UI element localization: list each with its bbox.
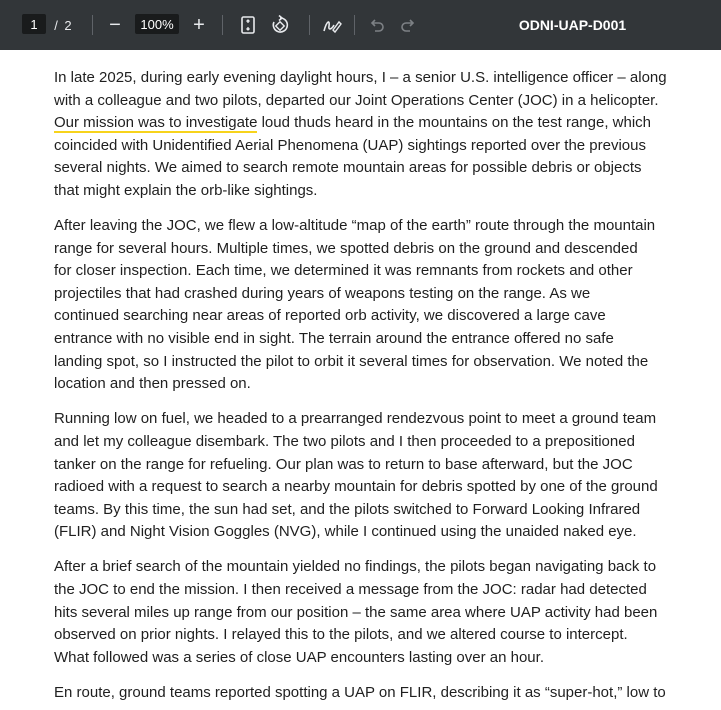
paragraph: After leaving the JOC, we flew a low-alt… — [54, 215, 684, 396]
undo-button[interactable] — [366, 0, 388, 50]
text-line: In late 2025, during early evening dayli… — [54, 69, 667, 86]
redo-button[interactable] — [397, 0, 419, 50]
text-line: En route, ground teams reported spotting… — [54, 683, 666, 701]
toolbar-divider — [222, 15, 223, 35]
document-body: In late 2025, during early evening dayli… — [54, 67, 684, 710]
toolbar-divider — [354, 15, 355, 35]
paragraph: After a brief search of the mountain yie… — [54, 556, 684, 669]
paragraph: Running low on fuel, we headed to a prea… — [54, 408, 684, 544]
text-line: entrance with no visible end in sight. T… — [54, 330, 614, 348]
annotate-pen-icon — [323, 20, 342, 34]
text-line: for closer inspection. Each time, we det… — [54, 262, 633, 280]
page-total: 2 — [64, 17, 72, 33]
toolbar-divider — [92, 15, 93, 35]
pdf-toolbar: 1 / 2 − 100% + ODNI-UAP-D001 — [0, 0, 721, 50]
text-line: projectiles that had crashed during year… — [54, 284, 591, 302]
fit-page-icon — [241, 16, 255, 34]
text-line: Running low on fuel, we headed to a prea… — [54, 410, 657, 428]
rotate-icon — [272, 15, 289, 33]
pdf-page: In late 2025, during early evening dayli… — [0, 50, 721, 710]
text-line: the JOC to end the mission. I then recei… — [54, 580, 647, 598]
text-line: After a brief search of the mountain yie… — [54, 558, 657, 576]
plus-icon: + — [193, 14, 205, 36]
text-line: several nights. We aimed to search remot… — [54, 159, 642, 177]
text-line: with a colleague and two pilots, departe… — [54, 91, 659, 109]
zoom-level-input[interactable]: 100% — [135, 14, 179, 34]
text-line: observed on prior nights. I relayed this… — [54, 626, 628, 644]
paragraph: In late 2025, during early evening dayli… — [54, 67, 684, 203]
text-line: After leaving the JOC, we flew a low-alt… — [54, 217, 656, 235]
highlighted-text: Our mission was to investigate — [54, 114, 258, 134]
text-line: and let my colleague disembark. The two … — [54, 432, 635, 450]
text-line: location and then pressed on. — [54, 375, 251, 393]
text-line: radioed with a request to search a nearb… — [54, 478, 658, 496]
annotate-button[interactable] — [320, 0, 344, 50]
paragraph: En route, ground teams reported spotting… — [54, 682, 684, 705]
text-line: that might explain the orb-like sighting… — [54, 181, 318, 199]
zoom-out-button[interactable]: − — [104, 0, 126, 50]
text-line: continued searching near areas of report… — [54, 307, 606, 325]
redo-icon — [401, 19, 415, 32]
text-line: tanker on the range for refueling. Our p… — [54, 455, 633, 473]
document-title: ODNI-UAP-D001 — [518, 17, 627, 33]
text-line: landing spot, so I instructed the pilot … — [54, 352, 649, 370]
text-line: range for several hours. Multiple times,… — [54, 239, 638, 257]
page-separator: / — [54, 17, 58, 33]
undo-icon — [370, 19, 384, 32]
minus-icon: − — [109, 14, 121, 36]
text-line: teams. By this time, the sun had set, an… — [54, 500, 641, 518]
text-line: coincided with Unidentified Aerial Pheno… — [54, 136, 646, 154]
text-line: hits several miles up range from our pos… — [54, 603, 658, 621]
zoom-in-button[interactable]: + — [188, 0, 210, 50]
fit-page-button[interactable] — [237, 0, 259, 50]
text-line: loud thuds heard in the mountains on the… — [261, 114, 652, 132]
text-line: (FLIR) and Night Vision Goggles (NVG), w… — [54, 523, 637, 541]
rotate-button[interactable] — [268, 0, 292, 50]
text-line: What followed was a series of close UAP … — [54, 648, 544, 666]
page-number-input[interactable]: 1 — [22, 14, 46, 34]
toolbar-divider — [309, 15, 310, 35]
